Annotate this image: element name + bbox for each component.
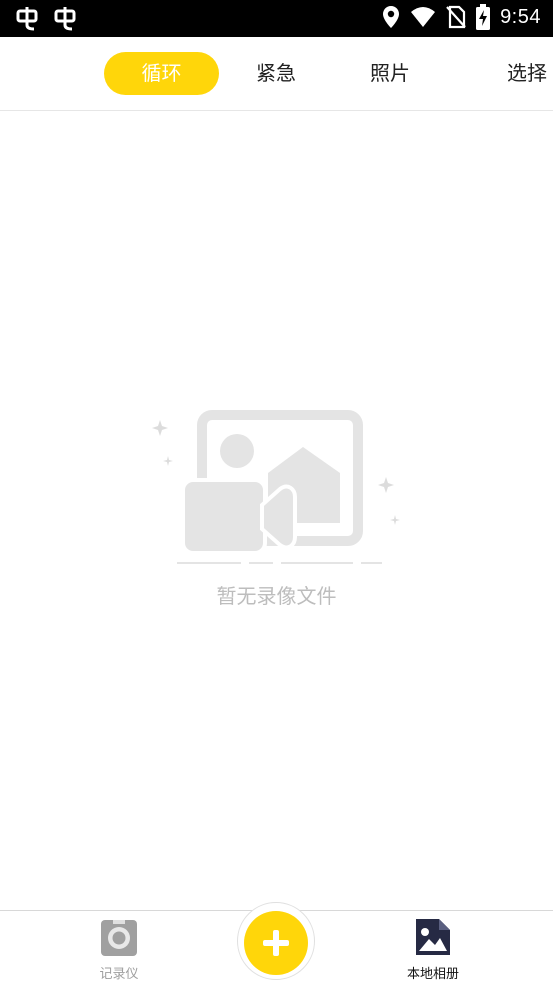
tab-loop[interactable]: 循环: [104, 52, 219, 95]
nav-label-local-album: 本地相册: [406, 967, 459, 982]
plus-icon: [263, 930, 289, 956]
select-button[interactable]: 选择: [507, 52, 547, 95]
nav-label-recorder: 记录仪: [99, 967, 139, 982]
status-bar: 9:54: [0, 0, 553, 37]
add-button[interactable]: [244, 911, 308, 975]
album-image-icon: [416, 919, 450, 955]
camera-recorder-icon: [101, 920, 137, 956]
nav-item-recorder[interactable]: 记录仪: [64, 917, 174, 982]
tab-photos[interactable]: 照片: [350, 52, 430, 95]
battery-charging-icon: [476, 4, 491, 30]
wifi-icon: [411, 7, 436, 27]
status-notifications: [14, 5, 78, 31]
category-tab-bar: 循环 紧急 照片 选择: [0, 37, 553, 111]
bottom-navigation: 记录仪 本地相册: [0, 902, 553, 983]
status-time: 9:54: [500, 5, 541, 28]
empty-video-illustration: [152, 410, 400, 564]
no-sim-icon: [446, 5, 466, 29]
nav-item-local-album[interactable]: 本地相册: [378, 917, 488, 982]
tab-emergency[interactable]: 紧急: [236, 52, 316, 95]
empty-state-message: 暂无录像文件: [216, 584, 337, 608]
app-notification-icon: [54, 7, 76, 31]
location-icon: [383, 6, 400, 28]
app-notification-icon: [16, 7, 38, 31]
status-indicators: 9:54: [382, 4, 541, 30]
